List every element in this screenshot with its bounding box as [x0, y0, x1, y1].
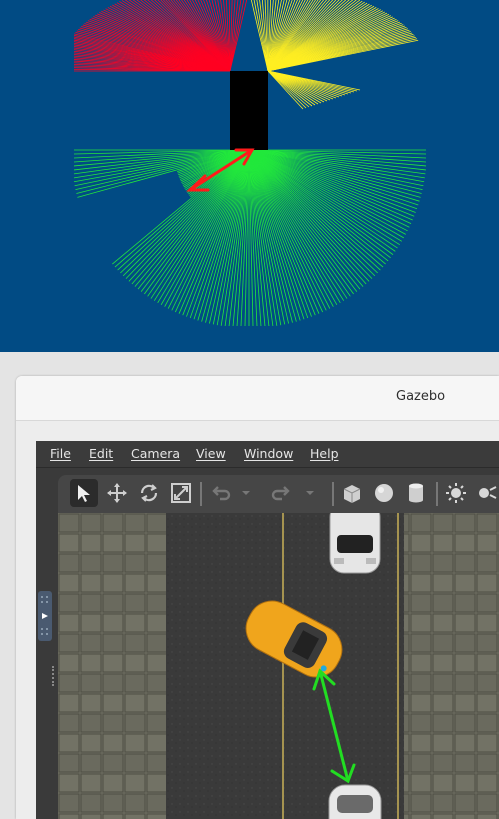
menu-camera[interactable]: Camera [131, 446, 180, 461]
toolbar-separator [200, 482, 202, 506]
sidewalk-right [404, 513, 499, 819]
redo-dropdown-icon[interactable] [302, 479, 318, 507]
window-title: Gazebo [396, 389, 446, 404]
menu-file[interactable]: File [50, 446, 71, 461]
left-panel-toggle[interactable] [38, 591, 52, 641]
toolbar-separator [436, 482, 438, 506]
menu-window[interactable]: Window [244, 446, 293, 461]
toolbar [58, 475, 499, 513]
laser-ray [256, 0, 269, 72]
undo-dropdown-icon[interactable] [238, 479, 254, 507]
menu-edit[interactable]: Edit [89, 446, 113, 461]
robot-body [230, 71, 268, 150]
redo-icon[interactable] [268, 479, 296, 507]
title-bar[interactable]: Gazebo [16, 376, 499, 421]
sidewalk-left [58, 513, 166, 819]
menu-view[interactable]: View [196, 446, 226, 461]
cylinder-shape-icon[interactable] [402, 479, 430, 507]
gazebo-3d-scene[interactable] [58, 502, 499, 819]
laser-scan-plot [73, 0, 427, 327]
sphere-shape-icon[interactable] [370, 479, 398, 507]
road-scene [58, 502, 499, 819]
menu-bar: File Edit Camera View Window Help [36, 441, 499, 468]
box-shape-icon[interactable] [338, 479, 366, 507]
car-white-ahead [329, 502, 381, 574]
translate-icon[interactable] [103, 479, 131, 507]
toolbar-separator [332, 482, 334, 506]
point-light-icon[interactable] [472, 479, 499, 507]
panel-splitter[interactable] [52, 666, 56, 686]
rotate-icon[interactable] [135, 479, 163, 507]
gazebo-app: File Edit Camera View Window Help [36, 441, 499, 819]
car-white-behind [328, 784, 382, 819]
sun-light-icon[interactable] [442, 479, 470, 507]
undo-icon[interactable] [206, 479, 234, 507]
scale-icon[interactable] [167, 479, 195, 507]
menu-help[interactable]: Help [310, 446, 339, 461]
rviz-laser-scan-view[interactable] [0, 0, 499, 352]
select-arrow-icon[interactable] [70, 479, 98, 507]
